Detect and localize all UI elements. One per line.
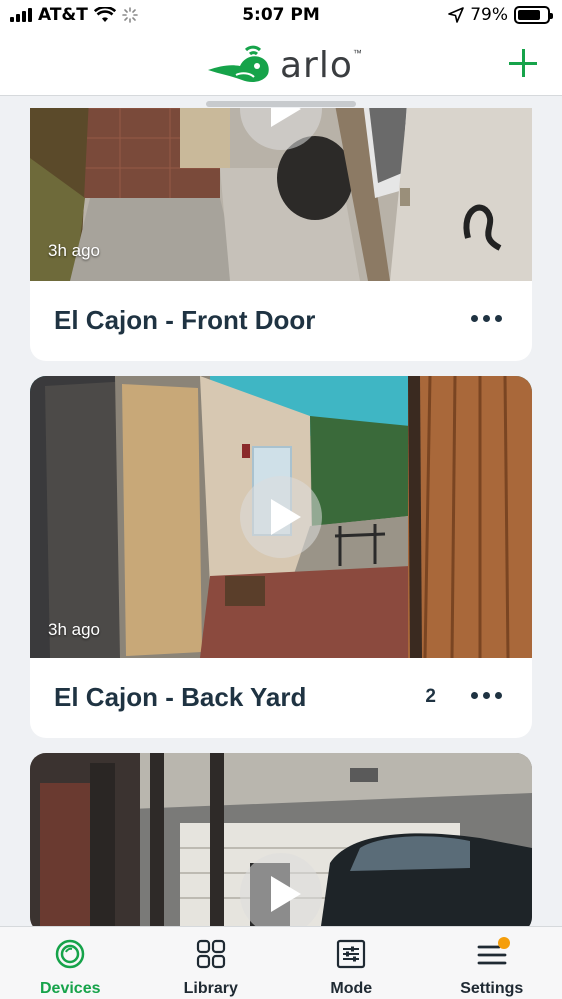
- device-feed[interactable]: 3h ago El Cajon - Front Door 3h ago El C…: [0, 108, 562, 926]
- app-header: arlo ™: [0, 34, 562, 96]
- status-bar: AT&T 5:07 PM 79%: [0, 0, 562, 34]
- logo-trademark: ™: [352, 48, 362, 58]
- settings-menu-icon: [477, 937, 510, 965]
- status-right: 79%: [448, 5, 553, 25]
- tab-devices[interactable]: Devices: [0, 927, 141, 999]
- more-options-button[interactable]: [467, 688, 506, 703]
- tab-settings[interactable]: Settings: [422, 927, 562, 999]
- battery-level: [518, 10, 541, 20]
- devices-icon: [56, 939, 85, 969]
- play-button[interactable]: [240, 476, 322, 558]
- device-card[interactable]: 3h ago El Cajon - Front Door: [30, 108, 532, 361]
- device-name: El Cajon - Back Yard: [54, 682, 307, 712]
- device-name: El Cajon - Front Door: [54, 305, 316, 335]
- tab-label: Devices: [40, 980, 101, 997]
- arlo-logo: arlo ™: [206, 42, 362, 88]
- time-ago: 3h ago: [48, 620, 100, 639]
- logo-text: arlo: [280, 44, 353, 86]
- tab-bar: Devices Library Mode Settings: [0, 926, 562, 999]
- device-card[interactable]: [30, 753, 532, 926]
- camera-thumbnail[interactable]: 3h ago: [30, 108, 532, 281]
- tab-mode[interactable]: Mode: [281, 927, 422, 999]
- arlo-bird-icon: [208, 45, 269, 82]
- pull-handle[interactable]: [206, 101, 356, 107]
- card-footer: El Cajon - Back Yard 2: [30, 658, 532, 738]
- camera-thumbnail[interactable]: 3h ago: [30, 376, 532, 658]
- more-options-button[interactable]: [467, 311, 506, 326]
- battery-percent: 79%: [470, 5, 508, 25]
- notification-dot: [497, 937, 510, 949]
- play-button[interactable]: [240, 853, 322, 926]
- tab-label: Settings: [460, 980, 524, 997]
- card-footer: El Cajon - Front Door: [30, 281, 532, 361]
- battery-icon: [514, 6, 553, 24]
- tab-library[interactable]: Library: [141, 927, 282, 999]
- library-grid-icon: [196, 939, 225, 969]
- time-ago: 3h ago: [48, 241, 100, 260]
- camera-thumbnail[interactable]: [30, 753, 532, 926]
- mode-sliders-icon: [337, 939, 366, 969]
- location-arrow-icon: [448, 7, 465, 23]
- add-device-button[interactable]: [506, 46, 540, 80]
- tab-label: Library: [183, 980, 238, 997]
- clip-count-badge: 2: [425, 686, 436, 707]
- device-card[interactable]: 3h ago El Cajon - Back Yard 2: [30, 376, 532, 738]
- tab-label: Mode: [330, 980, 373, 997]
